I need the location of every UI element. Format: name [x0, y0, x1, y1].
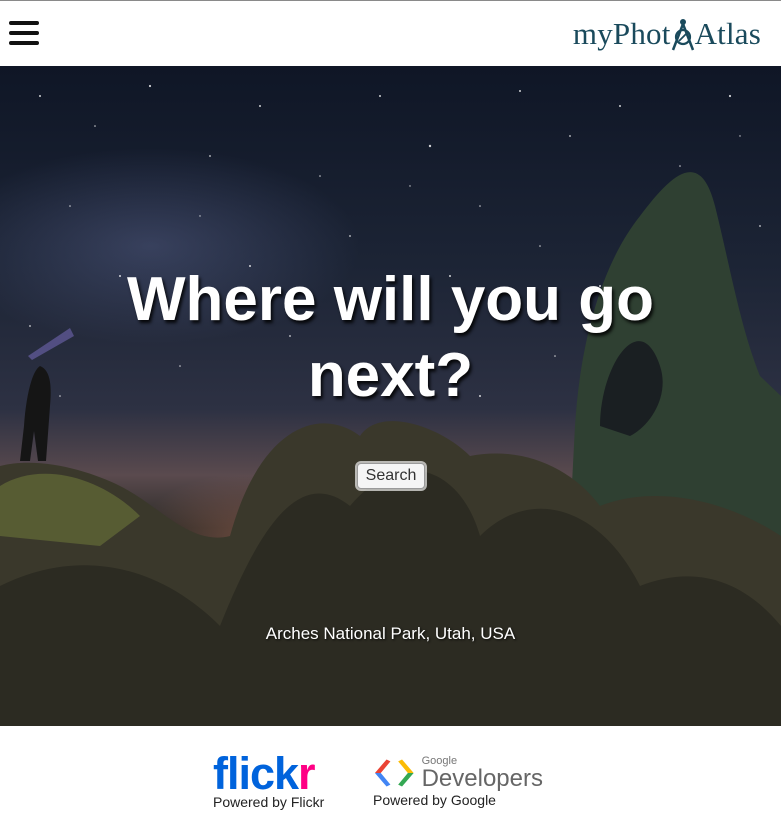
- google-developers-chevron-icon: [374, 759, 414, 787]
- google-developers-logo: Google Developers: [373, 754, 543, 792]
- flickr-logo: flickr: [213, 748, 316, 799]
- search-button[interactable]: Search: [357, 463, 425, 489]
- google-caption: Powered by Google: [373, 792, 496, 808]
- logo-text-prefix: myPhot: [572, 16, 671, 51]
- headline-line-2: next?: [307, 341, 474, 410]
- google-developers-label: Developers: [421, 765, 543, 792]
- logo-text-suffix: Atlas: [694, 16, 761, 51]
- flickr-caption: Powered by Flickr: [213, 794, 325, 810]
- hamburger-menu-icon[interactable]: [9, 21, 39, 45]
- footer: flickr Powered by Flickr Google Develope…: [0, 726, 781, 823]
- compass-icon: [671, 19, 694, 51]
- photo-location-caption[interactable]: Arches National Park, Utah, USA: [0, 624, 781, 644]
- headline-line-1: Where will you go: [126, 265, 655, 334]
- site-logo[interactable]: myPhot Atlas: [573, 11, 761, 57]
- site-header: myPhot Atlas: [0, 0, 781, 66]
- google-attribution[interactable]: Google Developers Powered by Google: [373, 754, 543, 808]
- hero-headline: Where will you go next?: [0, 262, 781, 414]
- hero-banner: Where will you go next? Search Arches Na…: [0, 66, 781, 726]
- flickr-attribution[interactable]: flickr Powered by Flickr: [213, 748, 343, 810]
